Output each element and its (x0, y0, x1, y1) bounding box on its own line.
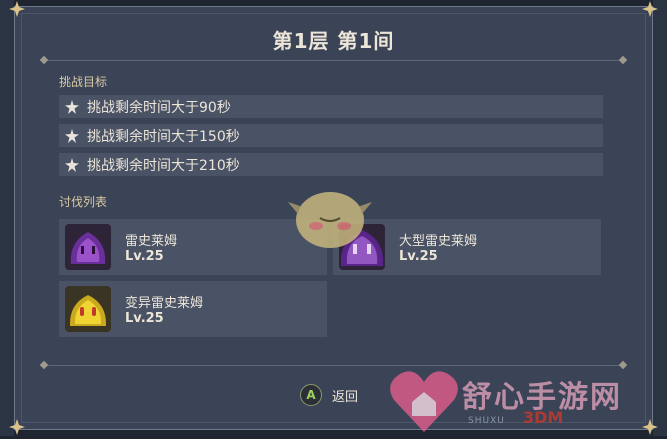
corner-ornament-icon (9, 1, 25, 17)
page-title: 第1层 第1间 (272, 29, 395, 53)
title-divider (39, 55, 628, 65)
paimon-mascot-icon (288, 192, 372, 248)
enemy-level: Lv.25 (125, 311, 164, 326)
goal-text: 挑战剩余时间大于210秒 (87, 157, 240, 174)
background-left (0, 0, 14, 436)
background-right (653, 0, 667, 436)
enemy-name: 变异雷史莱姆 (125, 296, 204, 311)
back-control[interactable]: A 返回 (300, 384, 358, 406)
enemies-section-label: 讨伐列表 (59, 195, 108, 209)
corner-ornament-icon (642, 1, 658, 17)
corner-ornament-icon (9, 419, 25, 435)
goal-row: 挑战剩余时间大于210秒 (59, 153, 603, 176)
goal-row: 挑战剩余时间大于90秒 (59, 95, 603, 118)
star-icon (65, 157, 79, 172)
back-label[interactable]: 返回 (332, 386, 358, 405)
star-icon (65, 128, 79, 143)
enemy-name: 大型雷史莱姆 (399, 234, 478, 249)
mutant-electro-slime-icon (65, 286, 111, 332)
electro-slime-icon (65, 224, 111, 270)
watermark-heart-icon (390, 371, 458, 432)
watermark-site: 3DM (523, 408, 564, 427)
goals-section-label: 挑战目标 (59, 75, 108, 89)
star-icon (65, 99, 79, 114)
watermark-sub: SHUXU (468, 416, 505, 426)
enemy-name: 雷史莱姆 (125, 234, 178, 249)
corner-ornament-icon (642, 419, 658, 435)
goal-text: 挑战剩余时间大于150秒 (87, 128, 240, 145)
a-button-icon[interactable]: A (300, 384, 322, 406)
enemy-level: Lv.25 (125, 249, 164, 264)
enemy-level: Lv.25 (399, 249, 438, 264)
enemy-card[interactable]: 变异雷史莱姆 Lv.25 (59, 281, 327, 337)
goal-row: 挑战剩余时间大于150秒 (59, 124, 603, 147)
footer-divider (39, 360, 628, 370)
goal-text: 挑战剩余时间大于90秒 (87, 99, 231, 116)
